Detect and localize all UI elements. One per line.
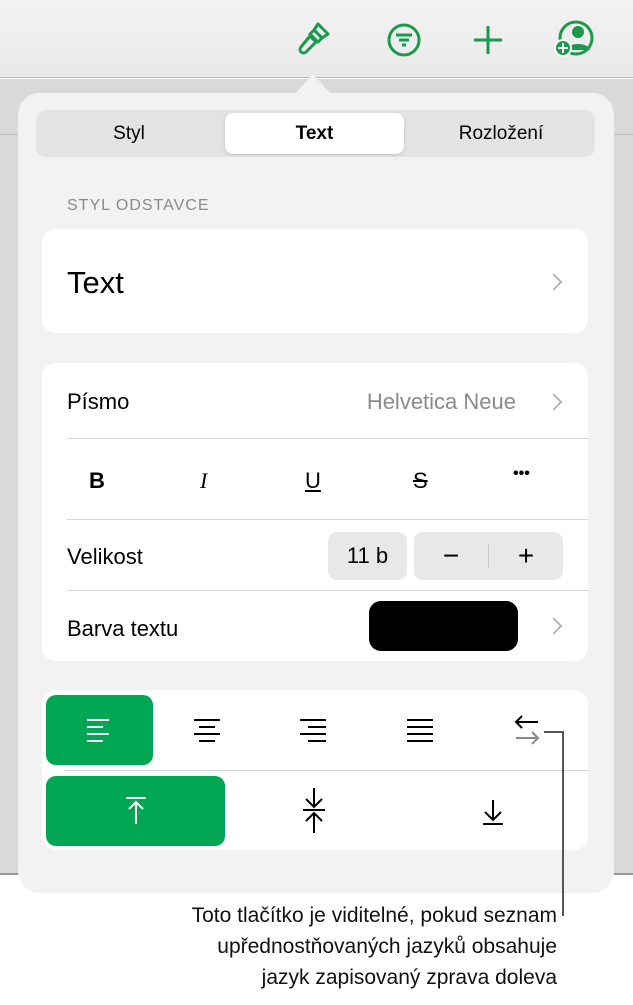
style-buttons-row: B I U S ••• bbox=[67, 439, 588, 520]
tab-rozlozeni[interactable]: Rozložení bbox=[410, 113, 592, 154]
chevron-right-icon bbox=[545, 617, 563, 635]
size-label: Velikost bbox=[67, 544, 143, 569]
justify-icon[interactable] bbox=[405, 716, 435, 744]
bold-button[interactable]: B bbox=[89, 468, 105, 494]
toolbar bbox=[0, 0, 633, 78]
size-value[interactable]: 11 b bbox=[328, 532, 407, 580]
underline-button[interactable]: U bbox=[305, 468, 321, 494]
tab-styl[interactable]: Styl bbox=[39, 113, 219, 154]
align-middle-icon[interactable] bbox=[301, 786, 327, 836]
font-label: Písmo bbox=[67, 389, 130, 414]
chevron-right-icon bbox=[545, 273, 563, 291]
callout-line bbox=[544, 731, 564, 733]
font-card: Písmo Helvetica Neue B I U S ••• Velikos… bbox=[42, 363, 588, 661]
tab-bar: Styl Text Rozložení bbox=[36, 110, 595, 157]
italic-button[interactable]: I bbox=[200, 468, 207, 494]
alignment-card bbox=[42, 690, 588, 850]
decrease-button[interactable]: − bbox=[414, 532, 488, 580]
text-color-row[interactable]: Barva textu bbox=[67, 591, 588, 661]
callout-line-1: Toto tlačítko je viditelné, pokud seznam bbox=[191, 904, 557, 927]
callout-text: Toto tlačítko je viditelné, pokud seznam… bbox=[192, 900, 557, 993]
plus-icon[interactable] bbox=[466, 18, 510, 62]
tab-text[interactable]: Text bbox=[225, 113, 404, 154]
paintbrush-icon[interactable] bbox=[292, 18, 336, 62]
align-top-button[interactable] bbox=[46, 776, 225, 846]
strikethrough-button[interactable]: S bbox=[413, 468, 428, 494]
more-button[interactable]: ••• bbox=[513, 465, 530, 483]
add-person-icon[interactable] bbox=[552, 18, 596, 62]
size-row: Velikost 11 b − + bbox=[67, 520, 588, 591]
text-direction-icon[interactable] bbox=[512, 712, 542, 748]
align-right-icon[interactable] bbox=[298, 716, 328, 744]
increase-button[interactable]: + bbox=[489, 532, 563, 580]
font-value: Helvetica Neue bbox=[366, 389, 516, 414]
color-swatch[interactable] bbox=[369, 601, 518, 651]
callout-line bbox=[562, 731, 564, 916]
popover-arrow bbox=[295, 74, 331, 94]
font-row[interactable]: Písmo Helvetica Neue bbox=[67, 363, 588, 439]
align-top-icon bbox=[126, 797, 146, 824]
paragraph-style-row[interactable]: Text bbox=[42, 229, 588, 333]
size-stepper: − + bbox=[414, 532, 563, 580]
section-label: STYL ODSTAVCE bbox=[67, 197, 210, 214]
paragraph-style-value: Text bbox=[67, 265, 124, 300]
align-bottom-icon[interactable] bbox=[480, 798, 506, 828]
chevron-right-icon bbox=[545, 393, 563, 411]
filter-icon[interactable] bbox=[382, 18, 426, 62]
callout-line-3: jazyk zapisovaný zprava doleva bbox=[261, 966, 557, 989]
callout-line-2: upřednostňovaných jazyků obsahuje bbox=[217, 935, 557, 958]
align-center-icon[interactable] bbox=[192, 716, 222, 744]
text-color-label: Barva textu bbox=[67, 616, 179, 641]
align-left-button[interactable] bbox=[46, 695, 153, 765]
align-left-icon bbox=[87, 719, 109, 742]
